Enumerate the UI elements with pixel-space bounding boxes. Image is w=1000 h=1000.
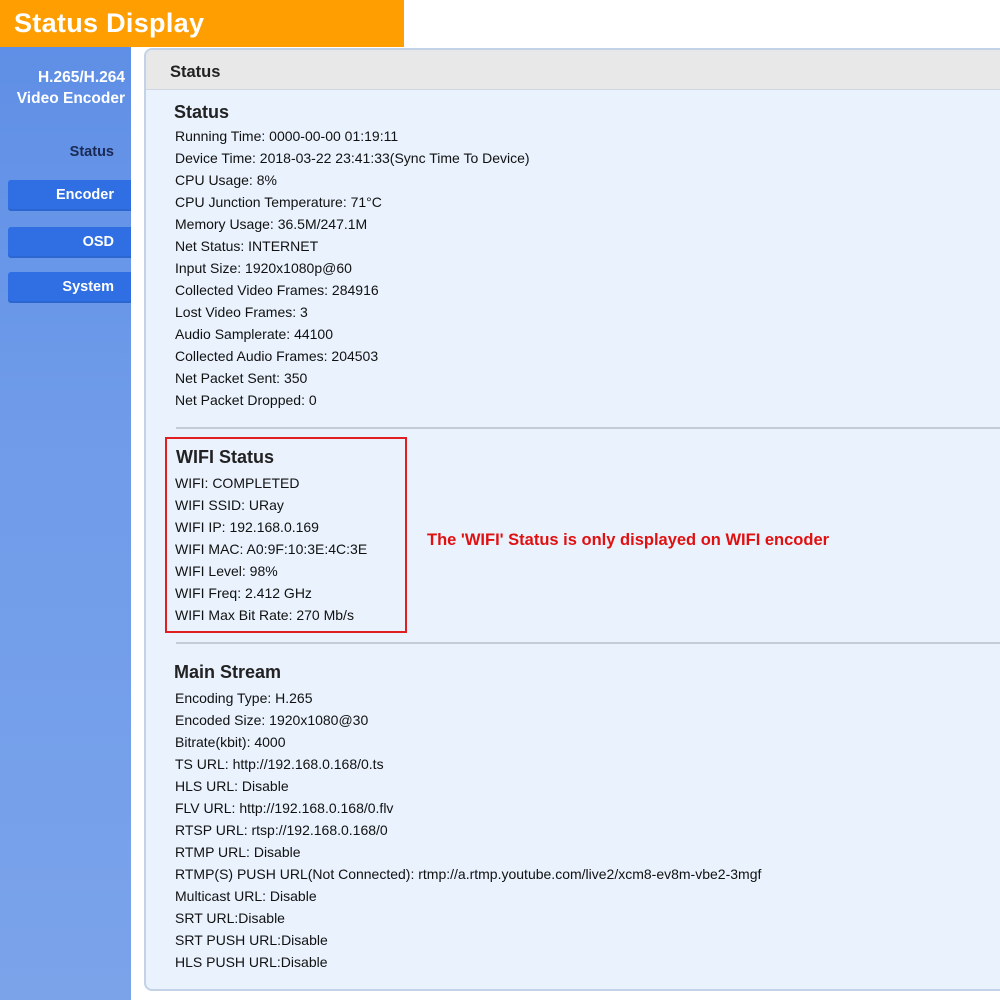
status-line: Collected Audio Frames: 204503 [175,348,379,364]
status-line: Memory Usage: 36.5M/247.1M [175,216,368,232]
status-line: Lost Video Frames: 3 [175,304,308,320]
status-line: Net Status: INTERNET [175,238,319,254]
wifi-section-title: WIFI Status [176,447,274,467]
wifi-annotation-note: The 'WIFI' Status is only displayed on W… [427,531,830,549]
stream-line: RTSP URL: rtsp://192.168.0.168/0 [175,822,388,838]
stream-line: Bitrate(kbit): 4000 [175,734,286,750]
section-divider [176,642,1000,644]
wifi-line: WIFI IP: 192.168.0.169 [175,519,319,535]
stream-line: FLV URL: http://192.168.0.168/0.flv [175,800,394,816]
wifi-line: WIFI: COMPLETED [175,475,300,491]
section-divider [176,427,1000,429]
stream-line: RTMP URL: Disable [175,844,301,860]
wifi-line: WIFI Freq: 2.412 GHz [175,585,312,601]
status-line: Collected Video Frames: 284916 [175,282,379,298]
product-title-line1: H.265/H.264 [37,69,125,86]
status-line: Device Time: 2018-03-22 23:41:33(Sync Ti… [175,150,530,166]
stream-line: Multicast URL: Disable [175,888,317,904]
sidebar-item-system[interactable]: System [8,272,131,303]
status-line: Audio Samplerate: 44100 [175,326,333,342]
product-title-line2: Video Encoder [16,90,125,107]
product-title: H.265/H.264 Video Encoder [0,67,131,109]
sidebar-item-status[interactable]: Status [0,142,131,162]
status-line: CPU Usage: 8% [175,172,277,188]
stream-line: TS URL: http://192.168.0.168/0.ts [175,756,384,772]
stream-line: RTMP(S) PUSH URL(Not Connected): rtmp://… [175,866,762,882]
stream-line: HLS URL: Disable [175,778,289,794]
sidebar-item-osd[interactable]: OSD [8,227,131,258]
wifi-line: WIFI MAC: A0:9F:10:3E:4C:3E [175,541,368,557]
stream-line: SRT PUSH URL:Disable [175,932,328,948]
status-panel: Status Status Running Time: 0000-00-00 0… [144,48,1000,991]
status-section-title: Status [174,102,230,122]
status-line: Net Packet Sent: 350 [175,370,308,386]
wifi-line: WIFI SSID: URay [175,497,284,513]
sidebar-item-encoder[interactable]: Encoder [8,180,131,211]
status-line: Net Packet Dropped: 0 [175,392,317,408]
panel-header: Status [146,50,1000,90]
stream-line: HLS PUSH URL:Disable [175,954,328,970]
status-line: CPU Junction Temperature: 71°C [175,194,382,210]
main-stream-info-list: Encoding Type: H.265 Encoded Size: 1920x… [175,687,761,973]
main-stream-section-title: Main Stream [174,662,282,682]
wifi-line: WIFI Max Bit Rate: 270 Mb/s [175,607,354,623]
status-line: Running Time: 0000-00-00 01:19:11 [175,128,399,144]
page-banner-title: Status Display [0,0,404,47]
wifi-line: WIFI Level: 98% [175,563,278,579]
status-line: Input Size: 1920x1080p@60 [175,260,352,276]
status-info-list: Running Time: 0000-00-00 01:19:11 Device… [175,125,530,411]
wifi-info-list: WIFI: COMPLETED WIFI SSID: URay WIFI IP:… [175,472,367,626]
sidebar: H.265/H.264 Video Encoder Status Encoder… [0,47,131,1000]
stream-line: SRT URL:Disable [175,910,285,926]
stream-line: Encoding Type: H.265 [175,690,313,706]
stream-line: Encoded Size: 1920x1080@30 [175,712,369,728]
